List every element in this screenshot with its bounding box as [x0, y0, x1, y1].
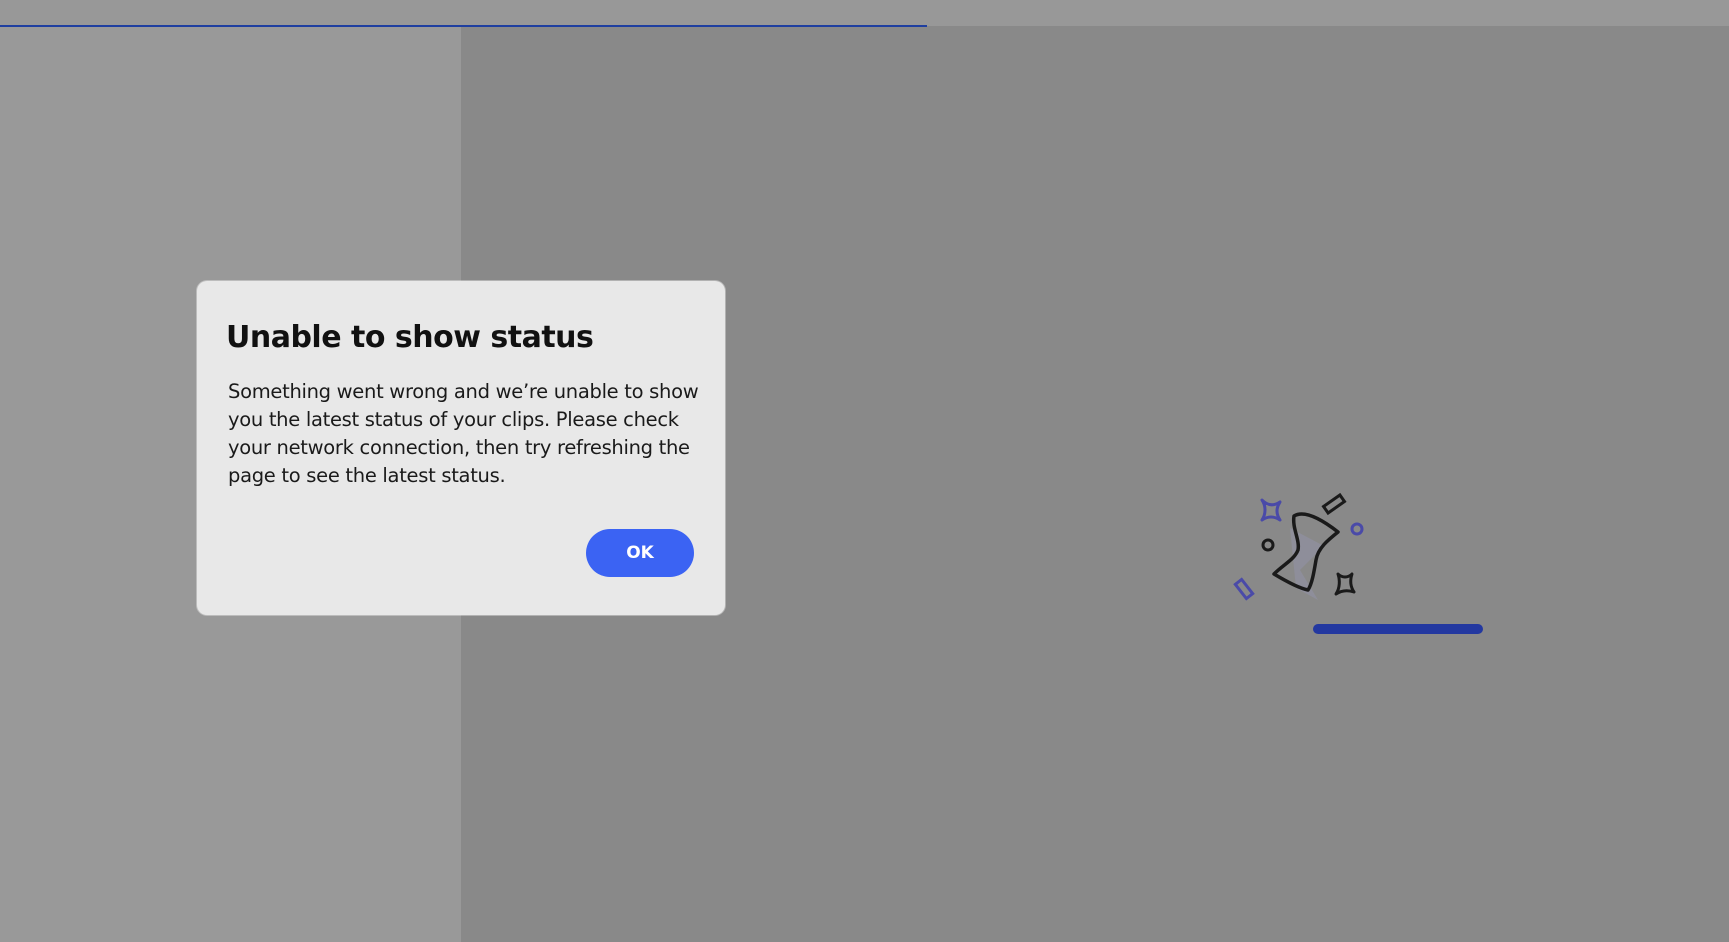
upload-progress-fill [1313, 624, 1483, 634]
top-bar [0, 0, 1729, 26]
dialog-title: Unable to show status [226, 320, 594, 355]
confetti-circle-purple [1350, 522, 1364, 536]
hourglass-sparkles-icon [1233, 492, 1364, 601]
confetti-circle-black [1261, 538, 1275, 552]
dialog-message: Something went wrong and we’re unable to… [228, 379, 699, 487]
ok-button[interactable]: OK [586, 529, 694, 577]
sparkle-star-black [1334, 572, 1356, 596]
confetti-rect-purple [1233, 577, 1255, 601]
dialog-actions: OK [586, 529, 694, 577]
confetti-rect-black [1321, 492, 1347, 516]
upload-progress-bar [1313, 624, 1483, 634]
app-window: Unable to show status Something went wro… [0, 0, 1729, 942]
error-dialog: Unable to show status Something went wro… [197, 281, 725, 615]
sparkle-star-purple [1260, 498, 1282, 522]
